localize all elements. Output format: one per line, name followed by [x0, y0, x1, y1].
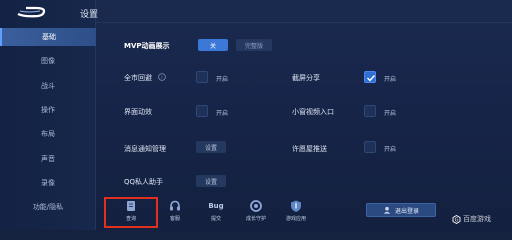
mvp-full-option[interactable]: 完整版 [236, 39, 272, 51]
headset-icon [170, 200, 180, 211]
svg-text:G: G [455, 217, 459, 223]
settings-screen: 基础 图像 战斗 操作 布局 声音 录像 功能/隐私 设置 MVP动画展示 关 … [0, 0, 512, 230]
sidebar-item-label: 操作 [41, 106, 55, 114]
info-icon[interactable]: i [158, 73, 166, 81]
global-avoid-label: 全市回避 [124, 74, 152, 82]
bug-report-button[interactable]: Bug 提交 [201, 197, 231, 227]
sidebar-item-label: 战斗 [41, 82, 55, 90]
bug-icon: Bug [208, 202, 224, 210]
mvp-off-option[interactable]: 关 [198, 39, 228, 51]
ui-effects-label: 界面动效 [124, 108, 152, 116]
bug-report-label: 提交 [210, 216, 221, 222]
sidebar-item-label: 功能/隐私 [32, 203, 64, 211]
screenshot-share-state: 开启 [384, 76, 397, 83]
sidebar-item-battle[interactable]: 战斗 [0, 77, 96, 95]
sidebar-item-layout[interactable]: 布局 [0, 125, 96, 143]
sidebar-item-privacy[interactable]: 功能/隐私 [0, 198, 96, 216]
logout-label: 退出登录 [394, 207, 419, 215]
mini-window-label: 小窗视频入口 [292, 108, 334, 116]
watermark: G 百度游戏 [452, 214, 491, 224]
sidebar-item-label: 声音 [41, 155, 55, 163]
global-avoid-state: 开启 [216, 76, 229, 83]
sidebar-item-graphics[interactable]: 图像 [0, 52, 96, 70]
sidebar-item-label: 布局 [41, 130, 55, 138]
ui-effects-checkbox[interactable] [196, 105, 208, 117]
game-app-label: 游戏应用 [285, 216, 306, 222]
sidebar-item-replay[interactable]: 录像 [0, 174, 96, 192]
svg-text:i: i [161, 75, 162, 81]
sidebar-item-label: 图像 [41, 57, 55, 65]
sidebar: 基础 图像 战斗 操作 布局 声音 录像 功能/隐私 [0, 0, 96, 230]
user-icon [383, 206, 391, 214]
shield-icon [291, 200, 301, 212]
page-title: 设置 [80, 10, 99, 20]
logout-button[interactable]: 退出登录 [366, 203, 436, 217]
qq-assistant-label: QQ私人助手 [124, 178, 164, 186]
watermark-text: 百度游戏 [463, 215, 491, 223]
mvp-label: MVP动画展示 [124, 42, 170, 50]
checkmark-icon [367, 75, 376, 82]
notification-settings-button[interactable]: 设置 [196, 141, 226, 153]
sidebar-item-basic[interactable]: 基础 [0, 28, 96, 46]
wish-push-state: 开启 [384, 146, 397, 153]
header-divider [96, 22, 512, 23]
wish-push-label: 许愿屋推送 [292, 145, 327, 153]
ui-effects-state: 开启 [216, 110, 229, 117]
growth-guardian-button[interactable]: 成长守护 [241, 197, 271, 227]
sidebar-item-sound[interactable]: 声音 [0, 150, 96, 168]
mini-window-checkbox[interactable] [364, 105, 376, 117]
screenshot-share-checkbox[interactable] [364, 71, 376, 83]
customer-service-button[interactable]: 客服 [160, 197, 190, 227]
growth-guardian-label: 成长守护 [245, 216, 266, 222]
wish-push-checkbox[interactable] [364, 141, 376, 153]
baidu-logo-icon: G [452, 214, 461, 224]
sidebar-item-controls[interactable]: 操作 [0, 101, 96, 119]
game-app-button[interactable]: 游戏应用 [281, 197, 311, 227]
global-avoid-checkbox[interactable] [196, 71, 208, 83]
sidebar-item-label: 基础 [42, 33, 56, 41]
guardian-icon [250, 200, 262, 212]
qq-assistant-settings-button[interactable]: 设置 [196, 175, 226, 187]
mini-window-state: 开启 [384, 110, 397, 117]
back-icon[interactable] [14, 5, 48, 19]
highlight-box [104, 197, 158, 228]
notification-label: 消息通知管理 [124, 145, 166, 153]
customer-service-label: 客服 [169, 216, 180, 222]
screenshot-share-label: 截屏分享 [292, 74, 320, 82]
sidebar-item-label: 录像 [41, 179, 55, 187]
